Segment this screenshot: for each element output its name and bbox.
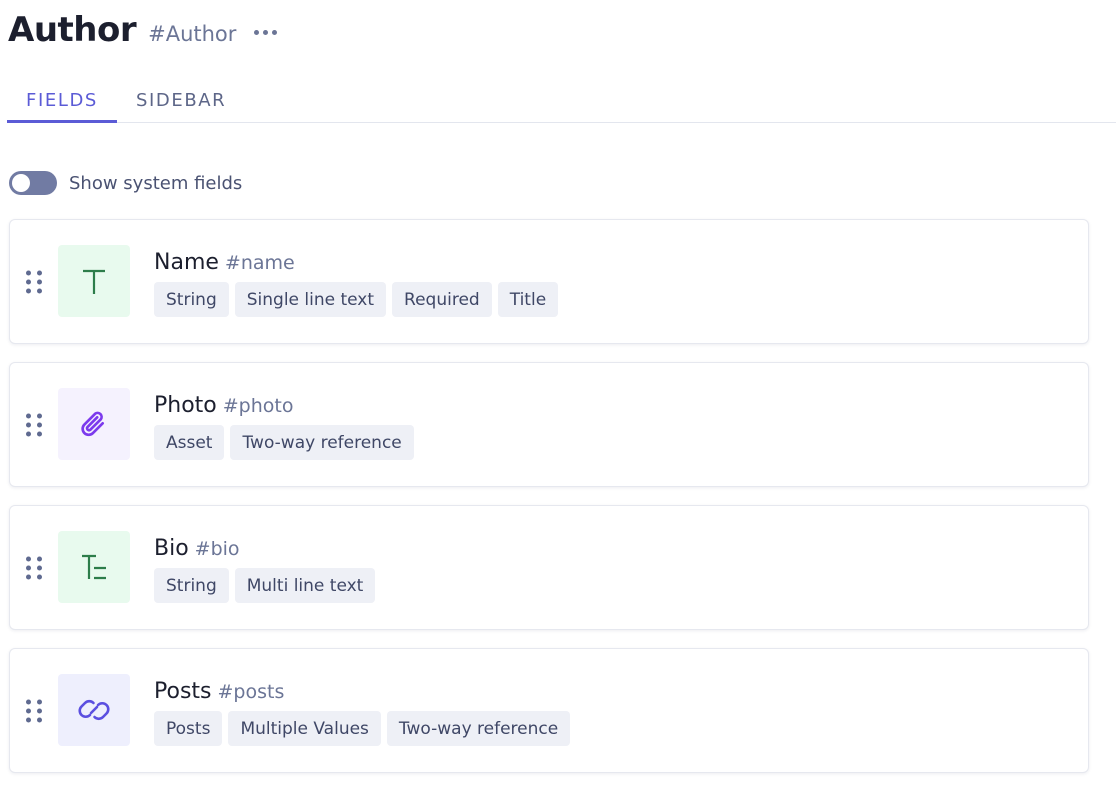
field-info: Bio #bio String Multi line text [154, 536, 376, 603]
drag-handle-icon[interactable] [26, 270, 42, 293]
schema-editor-page: Author #Author FIELDS SIDEBAR Show syste… [0, 0, 1116, 790]
field-tag: Single line text [234, 282, 387, 317]
field-list: Name #name String Single line text Requi… [9, 219, 1089, 790]
link-icon [58, 674, 130, 746]
field-tag: Posts [154, 711, 223, 746]
toggle-knob [12, 174, 30, 192]
field-tag: String [154, 568, 229, 603]
more-horizontal-icon [254, 30, 260, 35]
multiline-text-icon [58, 531, 130, 603]
more-dot [263, 30, 269, 35]
drag-handle-icon[interactable] [26, 699, 42, 722]
field-tag: Required [392, 282, 492, 317]
system-fields-toggle[interactable] [9, 171, 57, 195]
field-tag: Multi line text [234, 568, 376, 603]
more-dot [272, 30, 278, 35]
field-tag: Two-way reference [386, 711, 571, 746]
page-header: Author #Author [8, 10, 278, 54]
field-info: Photo #photo Asset Two-way reference [154, 393, 414, 460]
field-tags: Asset Two-way reference [154, 425, 414, 460]
field-name: Bio [154, 536, 189, 561]
paperclip-icon [58, 388, 130, 460]
page-title: Author [8, 10, 137, 50]
system-fields-toggle-row: Show system fields [9, 170, 242, 196]
drag-handle-icon[interactable] [26, 556, 42, 579]
field-name: Posts [154, 679, 212, 704]
field-name: Name [154, 250, 219, 275]
field-info: Name #name String Single line text Requi… [154, 250, 559, 317]
field-tag: Title [497, 282, 559, 317]
tab-fields[interactable]: FIELDS [7, 78, 117, 123]
tab-sidebar[interactable]: SIDEBAR [117, 78, 245, 122]
model-api-id: #Author [148, 22, 237, 46]
field-api-id: #photo [222, 395, 294, 417]
field-api-id: #posts [217, 681, 285, 703]
field-name-row: Name #name [154, 250, 558, 275]
field-api-id: #bio [194, 538, 240, 560]
field-name: Photo [154, 393, 217, 418]
tab-bar: FIELDS SIDEBAR [7, 78, 1116, 123]
field-card-bio[interactable]: Bio #bio String Multi line text [9, 505, 1089, 630]
field-name-row: Bio #bio [154, 536, 375, 561]
field-tags: String Single line text Required Title [154, 282, 559, 317]
field-tags: String Multi line text [154, 568, 376, 603]
field-info: Posts #posts Posts Multiple Values Two-w… [154, 679, 571, 746]
field-tag: Multiple Values [228, 711, 381, 746]
field-tag: String [154, 282, 229, 317]
field-name-row: Photo #photo [154, 393, 414, 418]
field-card-posts[interactable]: Posts #posts Posts Multiple Values Two-w… [9, 648, 1089, 773]
field-tag: Asset [154, 425, 225, 460]
text-type-icon [58, 245, 130, 317]
field-tags: Posts Multiple Values Two-way reference [154, 711, 571, 746]
field-tag: Two-way reference [230, 425, 414, 460]
field-api-id: #name [224, 252, 295, 274]
drag-handle-icon[interactable] [26, 413, 42, 436]
field-card-name[interactable]: Name #name String Single line text Requi… [9, 219, 1089, 344]
field-card-photo[interactable]: Photo #photo Asset Two-way reference [9, 362, 1089, 487]
system-fields-label: Show system fields [69, 172, 243, 194]
more-options-button[interactable] [254, 30, 278, 35]
field-name-row: Posts #posts [154, 679, 570, 704]
